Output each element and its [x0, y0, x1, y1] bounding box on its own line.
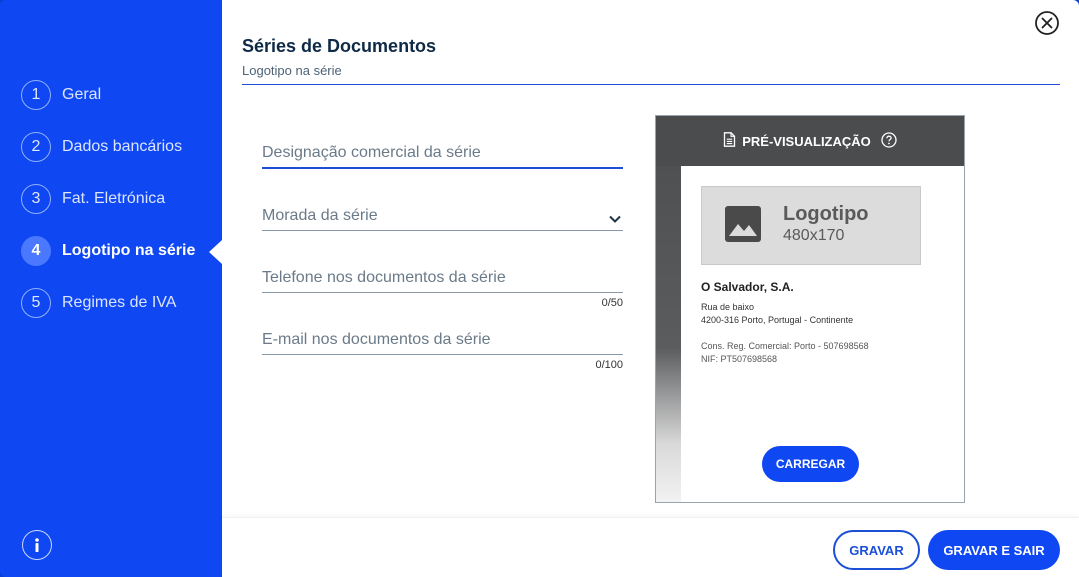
help-icon[interactable]: [881, 131, 897, 151]
sidebar-step-geral[interactable]: 1 Geral: [21, 80, 101, 110]
step-number: 3: [21, 184, 51, 214]
step-number: 5: [21, 288, 51, 318]
sidebar-step-fat-eletronica[interactable]: 3 Fat. Eletrónica: [21, 184, 165, 214]
info-icon[interactable]: [22, 530, 52, 560]
active-step-pointer: [209, 240, 222, 264]
sidebar-step-regimes-iva[interactable]: 5 Regimes de IVA: [21, 288, 176, 318]
email-counter: 0/100: [595, 359, 623, 371]
telefone-input[interactable]: [262, 263, 623, 293]
preview-header: PRÉ-VISUALIZAÇÃO: [656, 116, 964, 166]
preview-header-label: PRÉ-VISUALIZAÇÃO: [742, 133, 871, 149]
step-label: Geral: [62, 86, 102, 103]
designacao-field: [262, 139, 623, 169]
sidebar-step-dados-bancarios[interactable]: 2 Dados bancários: [21, 132, 182, 162]
dialog-main: Séries de Documentos Logotipo na série M…: [222, 0, 1079, 577]
page-subtitle: Logotipo na série: [242, 63, 342, 78]
morada-field: Morada da série: [262, 201, 623, 231]
footer: GRAVAR GRAVAR E SAIR: [222, 517, 1079, 577]
telefone-counter: 0/50: [601, 297, 623, 309]
document-icon: [723, 132, 736, 150]
step-number: 4: [21, 236, 51, 266]
email-input[interactable]: [262, 325, 623, 355]
designacao-input[interactable]: [262, 139, 623, 169]
sidebar-step-logotipo[interactable]: 4 Logotipo na série: [21, 236, 195, 266]
close-icon[interactable]: [1034, 10, 1060, 36]
email-field: 0/100: [262, 325, 623, 371]
registration-line: Cons. Reg. Comercial: Porto - 507698568: [701, 341, 869, 351]
step-label: Logotipo na série: [62, 242, 196, 259]
header-divider: [242, 84, 1060, 85]
step-number: 2: [21, 132, 51, 162]
chevron-down-icon: [609, 210, 621, 228]
step-label: Regimes de IVA: [62, 294, 177, 311]
document-preview: Logotipo 480x170 O Salvador, S.A. Rua de…: [681, 166, 964, 502]
logo-title: Logotipo: [783, 203, 869, 225]
step-label: Dados bancários: [62, 138, 183, 155]
preview-panel: PRÉ-VISUALIZAÇÃO Logotipo 480x170 O Salv…: [655, 115, 965, 503]
morada-select-label: Morada da série: [262, 207, 378, 224]
morada-select[interactable]: Morada da série: [262, 201, 623, 231]
save-and-exit-button[interactable]: GRAVAR E SAIR: [928, 530, 1060, 570]
save-button[interactable]: GRAVAR: [833, 530, 920, 570]
address-line: Rua de baixo: [701, 302, 755, 312]
step-number: 1: [21, 80, 51, 110]
page-title: Séries de Documentos: [242, 36, 437, 56]
upload-button[interactable]: CARREGAR: [762, 446, 859, 482]
sidebar: 1 Geral 2 Dados bancários 3 Fat. Eletrón…: [0, 0, 222, 577]
nif-line: NIF: PT507698568: [701, 354, 778, 364]
address-line: 4200-316 Porto, Portugal - Continente: [701, 315, 854, 325]
telefone-field: 0/50: [262, 263, 623, 309]
step-label: Fat. Eletrónica: [62, 190, 166, 207]
logo-dimensions: 480x170: [783, 227, 845, 244]
company-name: O Salvador, S.A.: [701, 280, 794, 294]
image-icon: [724, 205, 762, 248]
logo-placeholder: Logotipo 480x170: [701, 186, 921, 265]
